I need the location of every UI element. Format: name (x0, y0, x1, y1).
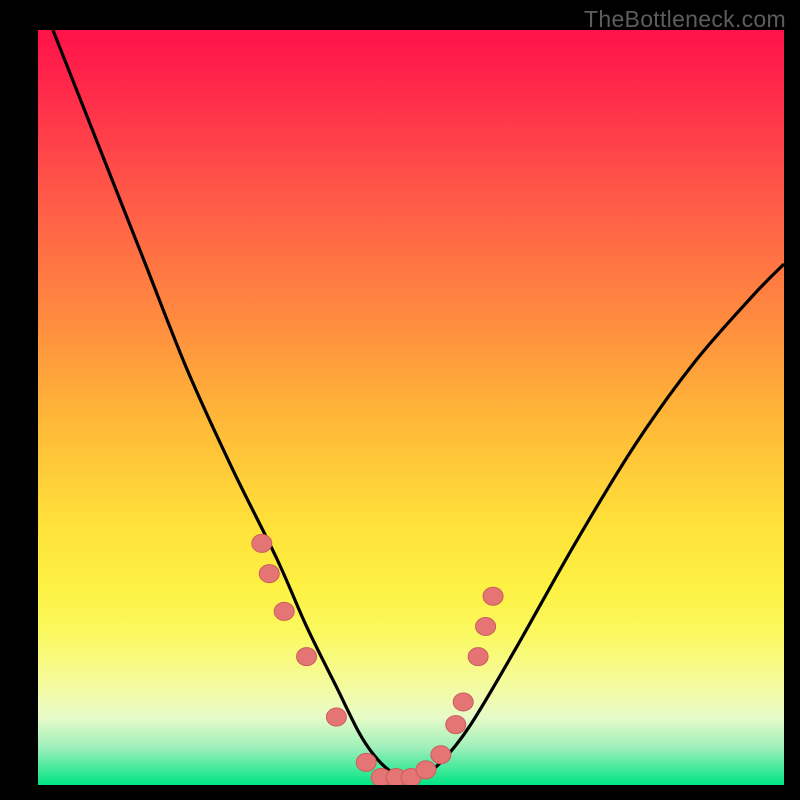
highlight-dot (446, 716, 466, 734)
highlight-dot (476, 617, 496, 635)
chart-frame: TheBottleneck.com (0, 0, 800, 800)
highlight-dots-group (252, 534, 503, 785)
highlight-dot (259, 565, 279, 583)
highlight-dot (274, 602, 294, 620)
plot-area (38, 30, 784, 785)
curve-svg (38, 30, 784, 785)
highlight-dot (252, 534, 272, 552)
highlight-dot (297, 648, 317, 666)
highlight-dot (356, 753, 376, 771)
watermark-text: TheBottleneck.com (584, 6, 786, 33)
highlight-dot (483, 587, 503, 605)
highlight-dot (468, 648, 488, 666)
highlight-dot (326, 708, 346, 726)
bottleneck-curve (53, 30, 784, 779)
highlight-dot (453, 693, 473, 711)
highlight-dot (431, 746, 451, 764)
highlight-dot (416, 761, 436, 779)
